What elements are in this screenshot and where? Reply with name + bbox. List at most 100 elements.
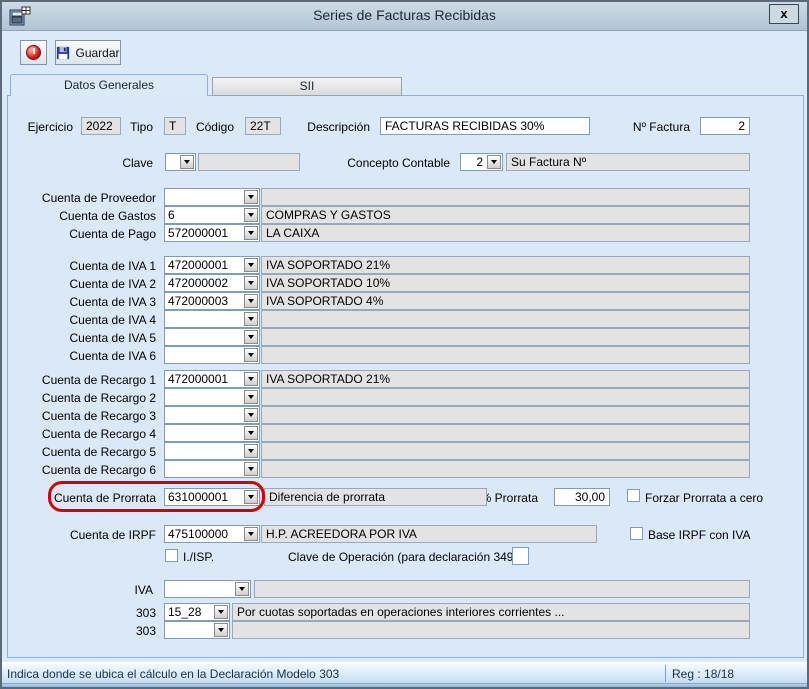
cuenta-recargo-6-combo-value[interactable] bbox=[165, 461, 243, 477]
cuenta-recargo-6-combo[interactable] bbox=[164, 460, 260, 478]
save-button[interactable]: Guardar bbox=[55, 40, 121, 65]
cuenta-prorrata-dropdown-button[interactable] bbox=[244, 490, 258, 504]
cuenta-3-combo[interactable]: 572000001 bbox=[164, 224, 260, 242]
cuenta-recargo-2-combo-value[interactable] bbox=[165, 389, 243, 405]
cuenta-iva-1-combo-value[interactable]: 472000001 bbox=[165, 257, 243, 273]
cuenta-recargo-5-combo[interactable] bbox=[164, 442, 260, 460]
modelo-303-1-combo-value[interactable]: 15_28 bbox=[165, 604, 213, 620]
cuenta-1-dropdown-button[interactable] bbox=[244, 190, 258, 204]
cuenta-irpf-combo-value[interactable]: 475100000 bbox=[165, 526, 243, 542]
modelo-303-1-label: 303 bbox=[136, 606, 156, 620]
cuenta-iva-1-description: IVA SOPORTADO 21% bbox=[261, 256, 750, 274]
cuenta-iva-3-combo-value[interactable]: 472000003 bbox=[165, 293, 243, 309]
cuenta-iva-5-label: Cuenta de IVA 5 bbox=[69, 331, 156, 345]
cuenta-1-label: Cuenta de Proveedor bbox=[42, 191, 156, 205]
clave-combo[interactable] bbox=[165, 153, 196, 171]
tab-sii[interactable]: SII bbox=[212, 77, 402, 96]
iva-select-dropdown-button[interactable] bbox=[235, 582, 249, 596]
exit-button[interactable] bbox=[20, 40, 47, 65]
modelo-303-2-dropdown-button[interactable] bbox=[214, 623, 228, 637]
cuenta-recargo-3-combo-value[interactable] bbox=[165, 407, 243, 423]
cuenta-2-dropdown-button[interactable] bbox=[244, 208, 258, 222]
modelo-303-1-combo[interactable]: 15_28 bbox=[164, 603, 230, 621]
title-bar: Series de Facturas Recibidas x bbox=[2, 2, 807, 31]
modelo-303-1-description: Por cuotas soportadas en operaciones int… bbox=[232, 603, 750, 621]
descripcion-field[interactable]: FACTURAS RECIBIDAS 30% bbox=[380, 117, 590, 135]
modelo-303-2-combo[interactable] bbox=[164, 621, 230, 639]
cuenta-1-description bbox=[261, 188, 750, 206]
forzar-prorrata-checkbox[interactable] bbox=[627, 489, 640, 502]
close-button[interactable]: x bbox=[769, 4, 799, 24]
cuenta-irpf-combo[interactable]: 475100000 bbox=[164, 525, 260, 543]
cuenta-recargo-1-dropdown-button[interactable] bbox=[244, 372, 258, 386]
cuenta-iva-3-dropdown-button[interactable] bbox=[244, 294, 258, 308]
cuenta-prorrata-dropdown-icon bbox=[248, 495, 254, 499]
cuenta-recargo-4-combo[interactable] bbox=[164, 424, 260, 442]
cuenta-iva-5-combo-value[interactable] bbox=[165, 329, 243, 345]
modelo-303-2-combo-value[interactable] bbox=[165, 622, 213, 638]
cuenta-iva-6-combo-value[interactable] bbox=[165, 347, 243, 363]
cuenta-1-dropdown-icon bbox=[248, 195, 254, 199]
tipo-field: T bbox=[164, 117, 186, 135]
cuenta-recargo-2-dropdown-button[interactable] bbox=[244, 390, 258, 404]
concepto-contable-combo-value[interactable]: 2 bbox=[461, 154, 486, 170]
cuenta-iva-5-dropdown-button[interactable] bbox=[244, 330, 258, 344]
base-irpf-checkbox[interactable] bbox=[630, 527, 643, 540]
concepto-contable-description: Su Factura Nº bbox=[506, 153, 750, 171]
cuenta-iva-1-dropdown-button[interactable] bbox=[244, 258, 258, 272]
power-icon bbox=[26, 45, 41, 60]
pct-prorrata-field[interactable]: 30,00 bbox=[554, 488, 610, 506]
clave-combo-value[interactable] bbox=[166, 154, 179, 170]
cuenta-iva-4-combo-value[interactable] bbox=[165, 311, 243, 327]
cuenta-recargo-4-combo-value[interactable] bbox=[165, 425, 243, 441]
cuenta-iva-1-combo[interactable]: 472000001 bbox=[164, 256, 260, 274]
iva-select-combo[interactable] bbox=[164, 580, 251, 598]
concepto-contable-dropdown-button[interactable] bbox=[487, 155, 501, 169]
cuenta-2-combo-value[interactable]: 6 bbox=[165, 207, 243, 223]
cuenta-2-combo[interactable]: 6 bbox=[164, 206, 260, 224]
status-bar: Indica donde se ubica el cálculo en la D… bbox=[2, 662, 807, 684]
modelo-303-1-dropdown-button[interactable] bbox=[214, 605, 228, 619]
isp-checkbox[interactable] bbox=[165, 549, 178, 562]
cuenta-recargo-3-combo[interactable] bbox=[164, 406, 260, 424]
cuenta-irpf-dropdown-icon bbox=[248, 532, 254, 536]
cuenta-iva-2-dropdown-button[interactable] bbox=[244, 276, 258, 290]
clave-description bbox=[198, 153, 300, 171]
cuenta-iva-6-dropdown-button[interactable] bbox=[244, 348, 258, 362]
cuenta-prorrata-combo[interactable]: 631000001 bbox=[164, 488, 260, 506]
num-factura-field[interactable]: 2 bbox=[700, 117, 750, 135]
cuenta-iva-6-combo[interactable] bbox=[164, 346, 260, 364]
cuenta-recargo-1-combo[interactable]: 472000001 bbox=[164, 370, 260, 388]
cuenta-iva-4-combo[interactable] bbox=[164, 310, 260, 328]
cuenta-recargo-5-dropdown-button[interactable] bbox=[244, 444, 258, 458]
cuenta-3-dropdown-button[interactable] bbox=[244, 226, 258, 240]
cuenta-irpf-dropdown-button[interactable] bbox=[244, 527, 258, 541]
cuenta-iva-3-dropdown-icon bbox=[248, 299, 254, 303]
cuenta-iva-2-combo[interactable]: 472000002 bbox=[164, 274, 260, 292]
modelo-303-1-dropdown-icon bbox=[218, 610, 224, 614]
cuenta-recargo-2-combo[interactable] bbox=[164, 388, 260, 406]
cuenta-recargo-2-dropdown-icon bbox=[248, 395, 254, 399]
cuenta-2-label: Cuenta de Gastos bbox=[59, 209, 156, 223]
concepto-contable-combo[interactable]: 2 bbox=[460, 153, 503, 171]
cuenta-prorrata-combo-value[interactable]: 631000001 bbox=[165, 489, 243, 505]
iva-select-combo-value[interactable] bbox=[165, 581, 234, 597]
clave-349-field[interactable] bbox=[512, 547, 529, 565]
cuenta-recargo-3-dropdown-button[interactable] bbox=[244, 408, 258, 422]
base-irpf-label: Base IRPF con IVA bbox=[648, 528, 751, 542]
cuenta-recargo-5-combo-value[interactable] bbox=[165, 443, 243, 459]
clave-dropdown-button[interactable] bbox=[180, 155, 194, 169]
cuenta-irpf-description: H.P. ACREEDORA POR IVA bbox=[261, 525, 597, 543]
cuenta-3-combo-value[interactable]: 572000001 bbox=[165, 225, 243, 241]
tab-datos-generales[interactable]: Datos Generales bbox=[10, 74, 208, 96]
cuenta-1-combo-value[interactable] bbox=[165, 189, 243, 205]
cuenta-recargo-1-combo-value[interactable]: 472000001 bbox=[165, 371, 243, 387]
cuenta-1-combo[interactable] bbox=[164, 188, 260, 206]
cuenta-iva-4-dropdown-button[interactable] bbox=[244, 312, 258, 326]
cuenta-iva-3-combo[interactable]: 472000003 bbox=[164, 292, 260, 310]
cuenta-recargo-4-dropdown-button[interactable] bbox=[244, 426, 258, 440]
cuenta-recargo-6-dropdown-button[interactable] bbox=[244, 462, 258, 476]
cuenta-iva-5-combo[interactable] bbox=[164, 328, 260, 346]
cuenta-recargo-3-dropdown-icon bbox=[248, 413, 254, 417]
cuenta-iva-2-combo-value[interactable]: 472000002 bbox=[165, 275, 243, 291]
